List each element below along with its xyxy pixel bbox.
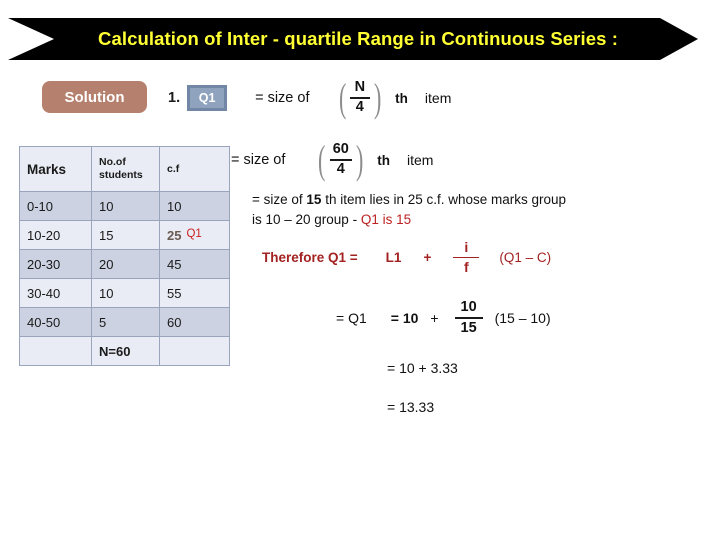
cell-marks: 40-50 (19, 307, 92, 337)
fraction-10-over-15: 10 15 (454, 299, 483, 337)
table-row: 20-30 20 45 (19, 249, 230, 279)
explain-line1-value: 15 (306, 192, 322, 207)
q1-chip: Q1 (187, 85, 228, 111)
fraction-denominator: f (463, 259, 469, 276)
explain-line2-prefix: is 10 – 20 group - (252, 211, 361, 227)
equals-size-of-text: = size of (255, 90, 310, 106)
fraction-60-over-4: ( 60 4 ) (315, 137, 366, 183)
cell-marks: 0-10 (19, 191, 92, 221)
cell-total-n: N=60 (91, 336, 160, 366)
fraction-numerator: i (464, 239, 469, 255)
explanation-text: = size of 15 th item lies in 25 c.f. who… (252, 190, 672, 229)
equals-lower-limit-value: = 10 (390, 310, 419, 327)
fraction-denominator: 4 (336, 161, 345, 178)
cell-students: 10 (91, 278, 160, 308)
page-title: Calculation of Inter - quartile Range in… (98, 28, 618, 49)
plus-operator: + (423, 250, 432, 266)
frequency-distribution-table: Marks No.of students c.f 0-10 10 10 10-2… (19, 146, 230, 366)
q1-minus-c-term: (Q1 – C) (499, 250, 552, 266)
bracket-difference-term: (15 – 10) (494, 310, 551, 327)
th-label: th (395, 90, 408, 106)
fraction-body: N 4 (349, 79, 370, 116)
therefore-lead: Therefore Q1 = (262, 250, 358, 266)
table-row: 30-40 10 55 (19, 278, 230, 308)
fraction-numerator: 10 (460, 299, 477, 315)
cell-students: 15 (91, 220, 160, 250)
fraction-body: 60 4 (329, 141, 352, 178)
cell-students: 5 (91, 307, 160, 337)
fraction-numerator: N (354, 79, 366, 96)
table-row: 0-10 10 10 (19, 191, 230, 221)
cell-cf-value: 25 (167, 227, 182, 243)
right-paren: ) (373, 75, 382, 121)
left-paren: ( (318, 137, 326, 183)
numeric-substitution-line: = Q1 = 10 + 10 15 (15 – 10) (336, 299, 551, 337)
formula-line-q1-substituted: = size of ( 60 4 ) th item (231, 139, 433, 181)
table-row: 40-50 5 60 (19, 307, 230, 337)
item-label-2: item (406, 152, 434, 168)
th-label-2: th (377, 152, 390, 168)
column-header-marks: Marks (19, 146, 92, 192)
result-final: = 13.33 (387, 399, 435, 415)
cell-cf: 60 (159, 307, 230, 337)
explain-line1-suffix: th item lies in 25 c.f. whose marks grou… (321, 192, 567, 207)
cell-cf-empty (159, 336, 230, 366)
cell-cf: 55 (159, 278, 230, 308)
plus-operator: + (430, 310, 439, 327)
cell-cf-q1: 25 Q1 (159, 220, 230, 250)
column-header-students: No.of students (91, 146, 160, 192)
table-row: 10-20 15 25 Q1 (19, 220, 230, 250)
title-banner: Calculation of Inter - quartile Range in… (8, 18, 698, 60)
step-number: 1. (168, 90, 181, 106)
explain-line2-q1-value: Q1 is 15 (360, 211, 412, 227)
item-label: item (424, 90, 452, 106)
cell-marks-empty (19, 336, 92, 366)
table-header-row: Marks No.of students c.f (19, 146, 230, 192)
therefore-formula-line: Therefore Q1 = L1 + i f (Q1 – C) (262, 240, 551, 275)
cell-cf: 45 (159, 249, 230, 279)
fraction-denominator: 15 (460, 320, 477, 337)
equals-q1-label: = Q1 (336, 310, 367, 327)
explain-line1-prefix: = size of (252, 192, 307, 207)
lower-limit-term: L1 (385, 250, 402, 266)
q1-marker: Q1 (186, 227, 202, 240)
equals-size-of-text-2: = size of (231, 152, 286, 168)
formula-line-q1-definition: 1. Q1 = size of ( N 4 ) th item (168, 76, 451, 120)
fraction-i-over-f: i f (453, 239, 480, 276)
left-paren: ( (338, 75, 346, 121)
cell-marks: 30-40 (19, 278, 92, 308)
cell-students: 10 (91, 191, 160, 221)
cell-students: 20 (91, 249, 160, 279)
cell-cf: 10 (159, 191, 230, 221)
fraction-numerator: 60 (332, 141, 349, 158)
table-total-row: N=60 (19, 336, 230, 366)
fraction-n-over-4: ( N 4 ) (336, 75, 385, 121)
fraction-denominator: 4 (355, 99, 364, 116)
result-intermediate: = 10 + 3.33 (387, 360, 458, 376)
fraction-bar (453, 256, 480, 259)
column-header-cf: c.f (159, 146, 230, 192)
cell-marks: 20-30 (19, 249, 92, 279)
cell-marks: 10-20 (19, 220, 92, 250)
fraction-bar (454, 317, 483, 320)
solution-label: Solution (42, 81, 147, 113)
right-paren: ) (355, 137, 364, 183)
